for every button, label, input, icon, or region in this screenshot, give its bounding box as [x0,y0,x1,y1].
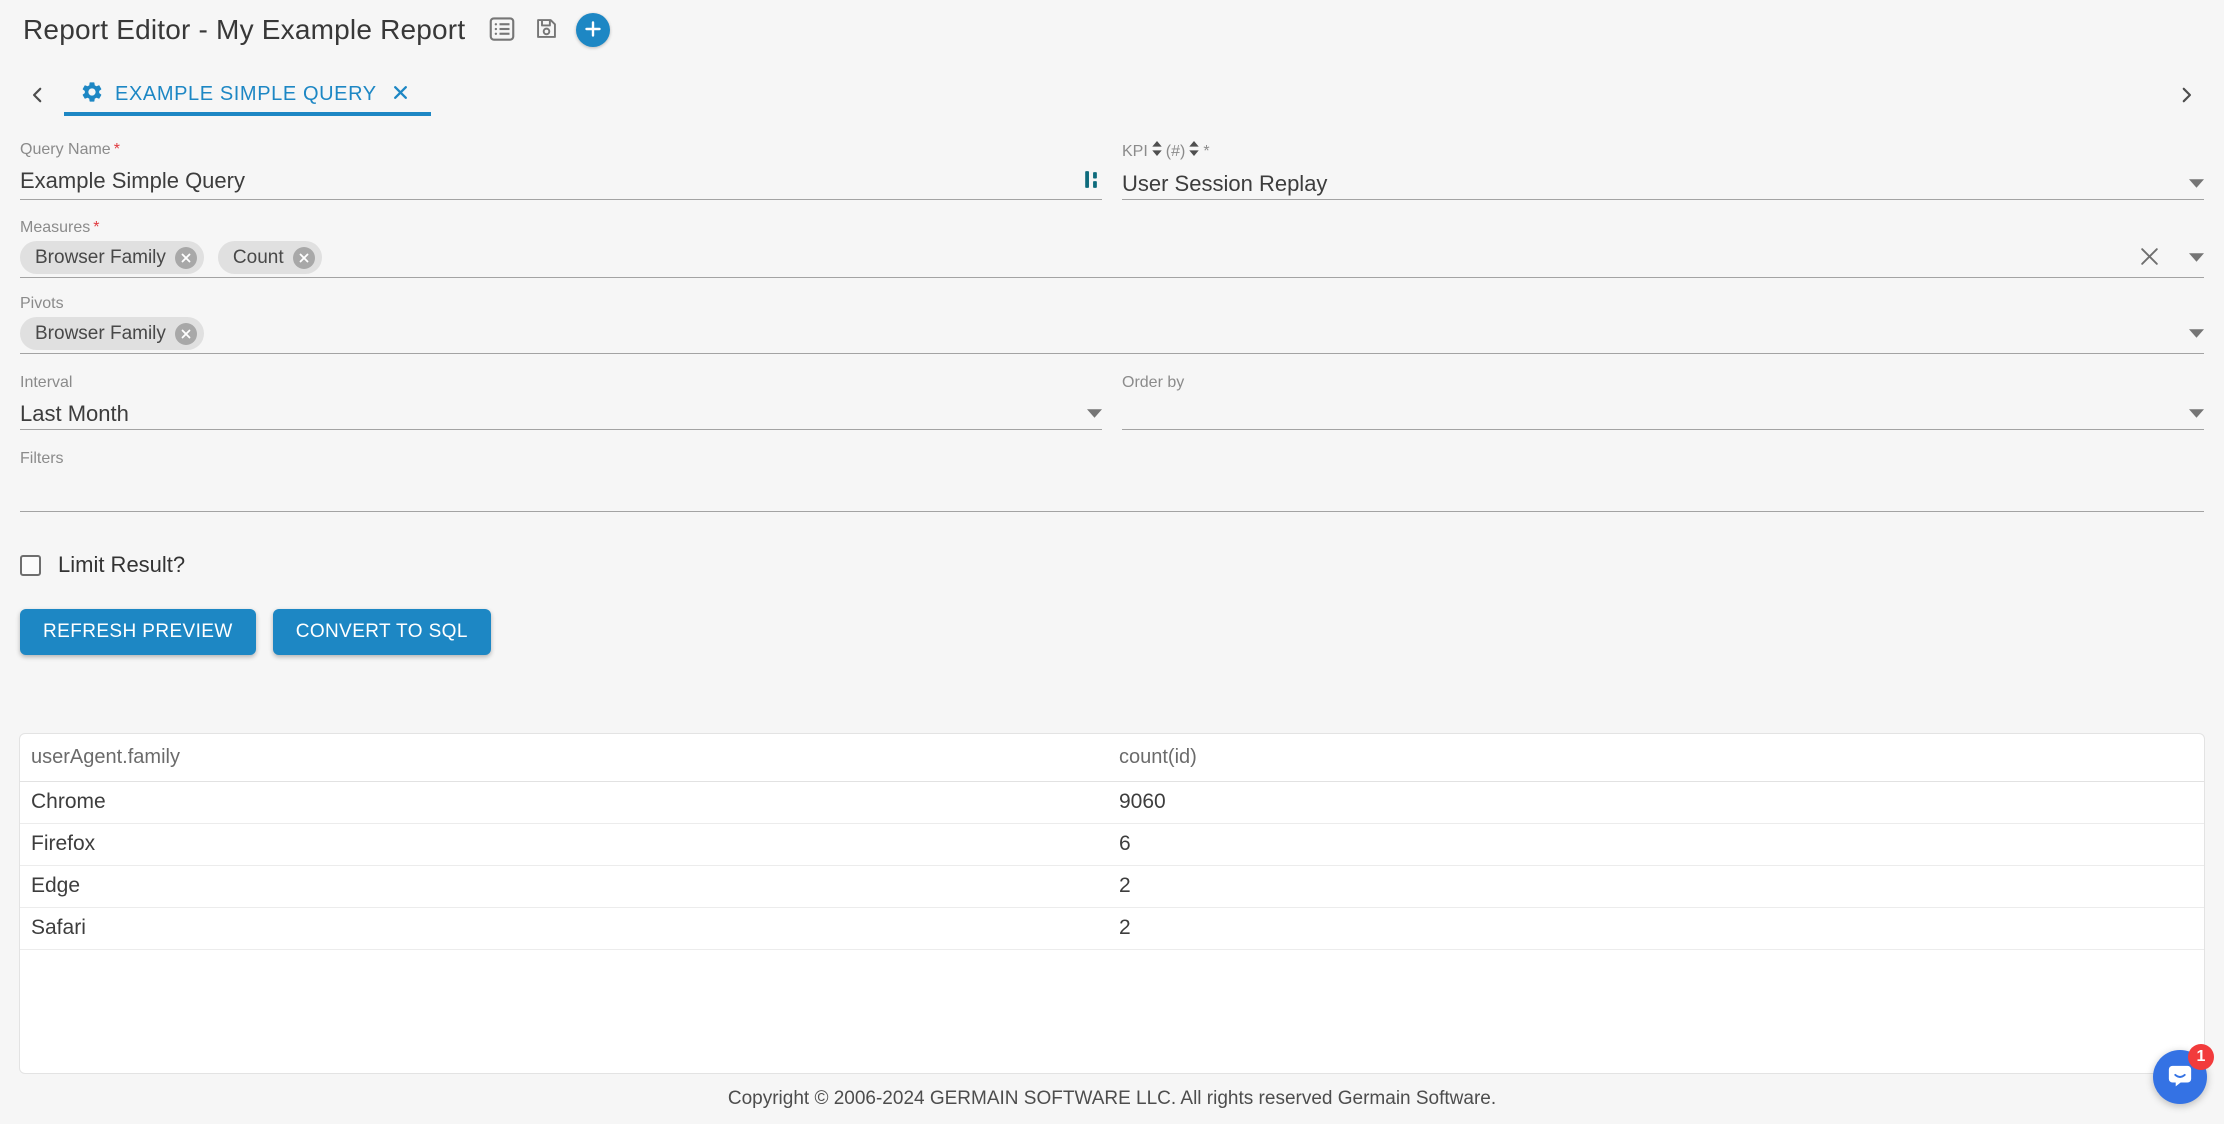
chevron-left-icon [29,86,47,107]
table-row: Chrome 9060 [20,781,2204,823]
tab-label: EXAMPLE SIMPLE QUERY [115,83,377,106]
interval-field: Interval Last Month [20,373,1102,430]
kpi-dropdown-button[interactable] [2189,176,2204,191]
convert-to-sql-button[interactable]: CONVERT TO SQL [273,609,491,655]
measures-dropdown-button[interactable] [2189,250,2204,265]
refresh-preview-button[interactable]: REFRESH PREVIEW [20,609,256,655]
chip-browser-family[interactable]: Browser Family [20,317,204,350]
order-by-field: Order by [1122,373,2204,430]
cell-count: 2 [1119,907,2204,949]
plus-icon [581,17,605,44]
caret-down-icon [1087,406,1102,421]
cell-count: 2 [1119,865,2204,907]
preview-table: userAgent.family count(id) Chrome 9060 F… [20,734,2204,950]
kpi-field: KPI (#) * User Session Rep [1122,140,2204,200]
preview-table-panel: userAgent.family count(id) Chrome 9060 F… [19,733,2205,1074]
support-chat-launcher[interactable]: 1 [2153,1050,2207,1104]
tab-close-button[interactable] [392,84,409,104]
chat-unread-badge: 1 [2188,1044,2214,1070]
measures-field: Measures* Browser Family Count [20,218,2204,278]
cell-family: Safari [20,907,1119,949]
limit-result-row[interactable]: Limit Result? [20,552,2204,578]
chip-remove-icon[interactable] [175,247,197,269]
clear-icon [2138,245,2161,271]
gear-icon[interactable] [80,80,104,109]
cell-family: Edge [20,865,1119,907]
required-asterisk: * [93,218,99,238]
form-actions: REFRESH PREVIEW CONVERT TO SQL [20,609,2204,655]
caret-down-icon [2189,176,2204,191]
cell-count: 6 [1119,823,2204,865]
chip-count[interactable]: Count [218,241,322,274]
order-by-dropdown-button[interactable] [2189,406,2204,421]
caret-down-icon [2189,406,2204,421]
kpi-label: KPI (#) * [1122,140,2204,163]
tabs-prev-button[interactable] [16,78,60,114]
tab-example-simple-query[interactable]: EXAMPLE SIMPLE QUERY [64,76,431,116]
query-tabstrip: EXAMPLE SIMPLE QUERY [0,76,2224,116]
add-query-button[interactable] [576,13,610,47]
chip-label: Count [233,247,284,269]
chip-label: Browser Family [35,247,166,269]
filters-field: Filters [20,449,2204,512]
sort-arrows-icon[interactable] [1151,140,1163,163]
table-header-row: userAgent.family count(id) [20,734,2204,781]
measures-clear-button[interactable] [2138,245,2161,271]
pivots-dropdown-button[interactable] [2189,326,2204,341]
table-row: Firefox 6 [20,823,2204,865]
chip-remove-icon[interactable] [175,323,197,345]
report-list-button[interactable] [487,14,517,47]
list-icon [487,14,517,47]
kpi-select[interactable]: User Session Replay [1122,171,2175,197]
page-footer: Copyright © 2006-2024 GERMAIN SOFTWARE L… [0,1074,2224,1124]
interval-select[interactable]: Last Month [20,401,1073,427]
chip-browser-family[interactable]: Browser Family [20,241,204,274]
save-report-button[interactable] [533,15,560,45]
page-title: Report Editor - My Example Report [23,12,465,48]
limit-result-checkbox[interactable] [20,555,41,576]
measures-label: Measures* [20,218,2204,238]
chevron-right-icon [2177,86,2195,107]
app-header: Report Editor - My Example Report [0,0,2224,48]
bars-icon [1081,168,1102,194]
sort-arrows-icon[interactable] [1188,140,1200,163]
interval-dropdown-button[interactable] [1087,406,1102,421]
required-asterisk: * [114,140,120,160]
caret-down-icon [2189,326,2204,341]
query-form: Query Name* Example Simple Query [0,116,2224,655]
query-name-adornment-button[interactable] [1081,168,1102,194]
table-row: Safari 2 [20,907,2204,949]
column-header-useragent-family: userAgent.family [20,734,1119,781]
query-name-field: Query Name* Example Simple Query [20,140,1102,200]
pivots-field: Pivots Browser Family [20,294,2204,354]
column-header-count-id: count(id) [1119,734,2204,781]
report-editor-page: Report Editor - My Example Report [0,0,2224,1124]
cell-family: Chrome [20,781,1119,823]
query-name-input[interactable]: Example Simple Query [20,168,1067,194]
copyright-text: Copyright © 2006-2024 GERMAIN SOFTWARE L… [728,1088,1496,1110]
filters-label: Filters [20,449,2204,469]
interval-label: Interval [20,373,1102,393]
tabs-next-button[interactable] [2164,78,2208,114]
save-icon [533,15,560,45]
limit-result-label: Limit Result? [58,552,185,578]
cell-family: Firefox [20,823,1119,865]
pivots-label: Pivots [20,294,2204,314]
close-icon [392,84,409,104]
header-toolbar [487,13,610,47]
query-name-label: Query Name* [20,140,1102,160]
chip-label: Browser Family [35,323,166,345]
chip-remove-icon[interactable] [293,247,315,269]
cell-count: 9060 [1119,781,2204,823]
table-row: Edge 2 [20,865,2204,907]
caret-down-icon [2189,250,2204,265]
order-by-label: Order by [1122,373,2204,393]
